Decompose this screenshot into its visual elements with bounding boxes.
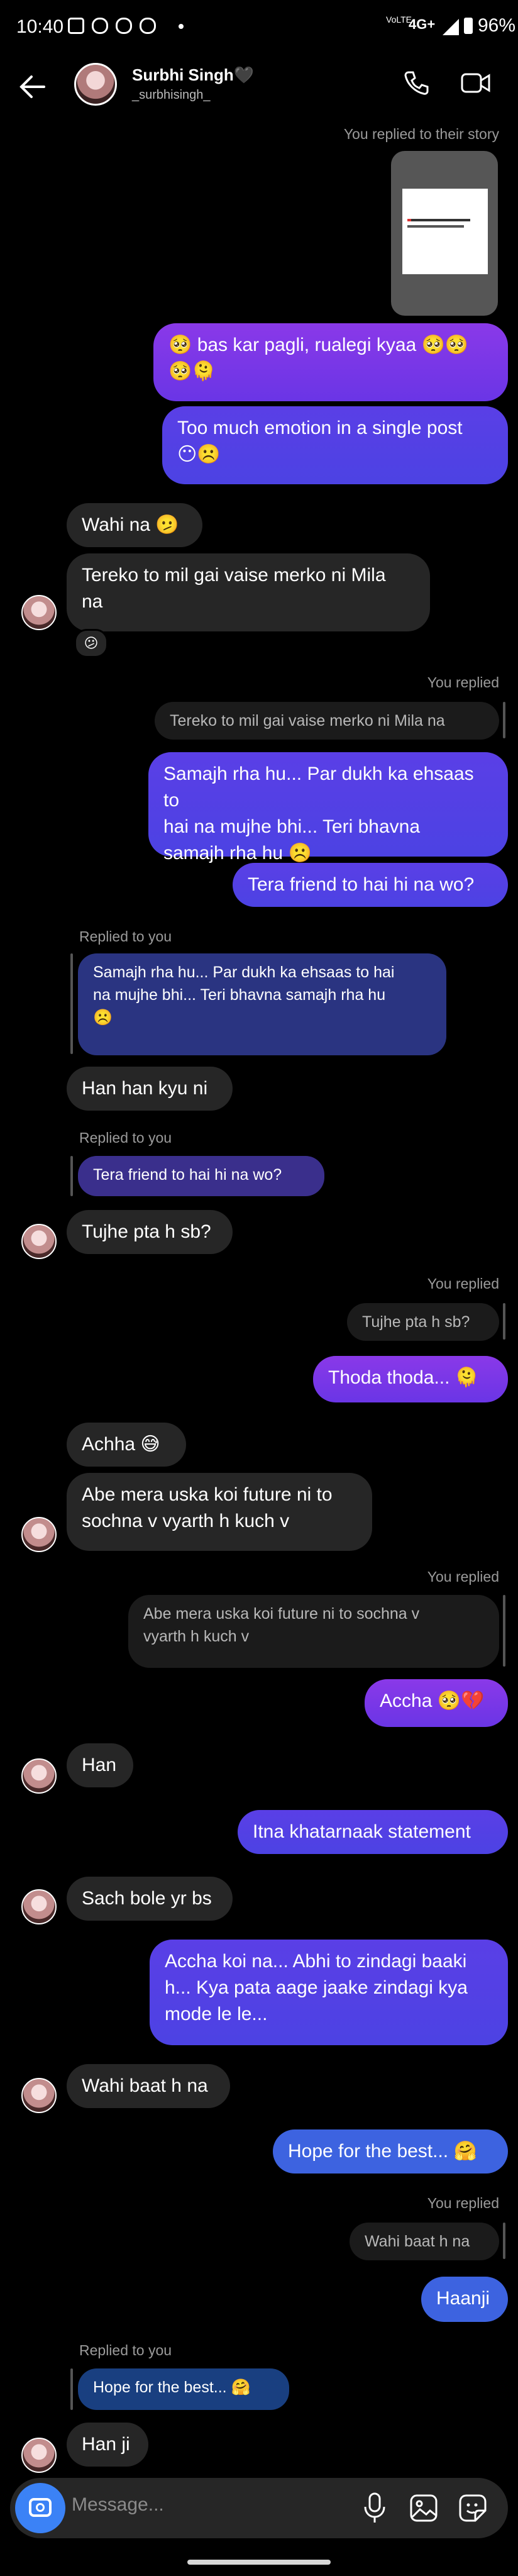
quote-bar	[70, 953, 73, 1054]
quote-bar	[70, 2368, 73, 2410]
message-incoming[interactable]: Tereko to mil gai vaise merko ni Mila na	[67, 553, 430, 631]
chat-header: Surbhi Singh🖤 _surbhisingh_	[0, 55, 518, 112]
message-outgoing[interactable]: Accha koi na... Abhi to zindagi baaki h.…	[150, 1940, 508, 2045]
avatar[interactable]	[74, 63, 117, 106]
avatar	[21, 2438, 57, 2473]
battery-icon	[464, 18, 473, 34]
phone-icon[interactable]	[402, 69, 430, 100]
story-preview-image	[402, 189, 488, 274]
message-outgoing[interactable]: Accha 🥺💔	[365, 1679, 508, 1727]
quote-bar	[70, 1156, 73, 1196]
replied-to-you-label: Replied to you	[79, 2342, 172, 2358]
message-incoming[interactable]: Han	[67, 1743, 133, 1787]
avatar	[21, 2078, 57, 2113]
quoted-message[interactable]: Wahi baat h na	[350, 2223, 499, 2260]
message-outgoing[interactable]: Tera friend to hai hi na wo?	[233, 863, 508, 907]
message-outgoing[interactable]: 🥺 bas kar pagli, rualegi kyaa 🥺🥺 🥺🫠	[153, 323, 508, 401]
video-camera-icon[interactable]	[460, 69, 492, 100]
status-bar: 10:40 VoLTE 4G+ 96%	[0, 0, 518, 55]
contact-username[interactable]: _surbhisingh_	[132, 88, 211, 103]
quoted-message[interactable]: Abe mera uska koi future ni to sochna v …	[128, 1595, 499, 1668]
network-type: 4G+	[409, 16, 436, 32]
message-outgoing[interactable]: Thoda thoda... 🫠	[313, 1356, 508, 1402]
quoted-message[interactable]: Samajh rha hu... Par dukh ka ehsaas to h…	[78, 953, 446, 1055]
you-replied-label: You replied	[427, 1275, 499, 1292]
avatar	[21, 595, 57, 630]
volte-indicator: VoLTE	[386, 14, 412, 25]
you-replied-label: You replied	[427, 1568, 499, 1585]
message-incoming[interactable]: Tujhe pta h sb?	[67, 1210, 233, 1254]
arrow-left-icon[interactable]	[18, 74, 47, 102]
quoted-message[interactable]: Tujhe pta h sb?	[347, 1303, 499, 1341]
you-replied-label: You replied	[427, 674, 499, 691]
message-incoming[interactable]: Han han kyu ni	[67, 1067, 233, 1111]
message-outgoing[interactable]: Itna khatarnaak statement	[238, 1810, 508, 1854]
avatar	[21, 1758, 57, 1794]
message-incoming[interactable]: Wahi na 🫤	[67, 503, 202, 547]
quoted-message[interactable]: Tera friend to hai hi na wo?	[78, 1156, 324, 1196]
message-notification-icon	[68, 18, 84, 34]
message-incoming[interactable]: Wahi baat h na	[67, 2064, 230, 2108]
avatar	[21, 1224, 57, 1259]
quote-bar	[503, 1595, 505, 1667]
message-outgoing[interactable]: Haanji	[421, 2277, 508, 2322]
message-input[interactable]: Message...	[72, 2494, 164, 2516]
message-incoming[interactable]: Sach bole yr bs	[67, 1877, 233, 1921]
camera-icon[interactable]	[15, 2483, 65, 2533]
avatar	[21, 1517, 57, 1552]
signal-icon	[443, 19, 459, 35]
battery-percent: 96%	[478, 15, 516, 36]
message-incoming[interactable]: Abe mera uska koi future ni to sochna v …	[67, 1473, 372, 1551]
quoted-message[interactable]: Tereko to mil gai vaise merko ni Mila na	[155, 702, 499, 740]
sticker-icon[interactable]	[458, 2493, 488, 2526]
message-outgoing[interactable]: Samajh rha hu... Par dukh ka ehsaas to h…	[148, 752, 508, 863]
message-incoming[interactable]: Achha 😅	[67, 1423, 186, 1467]
snapchat-icon	[92, 18, 108, 34]
message-incoming[interactable]: Han ji	[67, 2423, 148, 2467]
home-indicator	[187, 2560, 331, 2565]
message-outgoing[interactable]: Hope for the best... 🤗	[273, 2129, 508, 2174]
reaction-emoji[interactable]: 😕	[74, 629, 108, 658]
replied-to-you-label: Replied to you	[79, 928, 172, 945]
snapchat-icon	[140, 18, 156, 34]
replied-to-you-label: Replied to you	[79, 1130, 172, 1146]
quote-bar	[503, 702, 505, 738]
story-reply-label: You replied to their story	[343, 126, 499, 142]
avatar	[21, 1889, 57, 1924]
message-outgoing[interactable]: Too much emotion in a single post 😶☹️	[162, 406, 508, 484]
snapchat-icon	[116, 18, 132, 34]
story-thumbnail[interactable]	[391, 151, 498, 316]
quote-bar	[503, 1303, 505, 1340]
contact-name[interactable]: Surbhi Singh🖤	[132, 65, 254, 85]
quote-bar	[503, 2223, 505, 2259]
you-replied-label: You replied	[427, 2195, 499, 2211]
gallery-icon[interactable]	[409, 2493, 439, 2526]
quoted-message[interactable]: Hope for the best... 🤗	[78, 2368, 289, 2410]
message-composer: Message...	[10, 2478, 508, 2538]
more-notifications-dot	[179, 24, 184, 29]
status-time: 10:40	[16, 16, 64, 37]
microphone-icon[interactable]	[362, 2492, 387, 2528]
